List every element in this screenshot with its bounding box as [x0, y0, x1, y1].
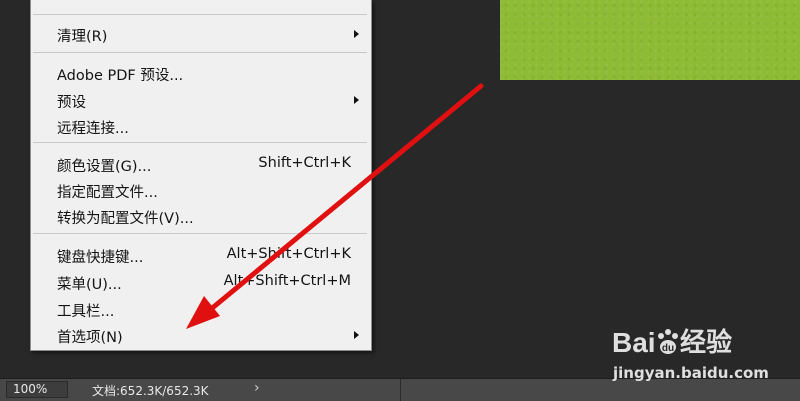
menu-item-label: 指定配置文件... [57, 185, 158, 201]
menu-separator [33, 233, 367, 234]
submenu-arrow-icon [354, 331, 359, 339]
menu-item-label: 远程连接... [57, 121, 129, 137]
menu-item-keyboard-shortcuts[interactable]: 键盘快捷键... Alt+Shift+Ctrl+K [31, 242, 371, 268]
menu-item-menus[interactable]: 菜单(U)... Alt+Shift+Ctrl+M [31, 269, 371, 295]
status-divider [400, 379, 401, 401]
menu-item-presets[interactable]: 预设 [31, 87, 371, 113]
svg-text:经验: 经验 [680, 327, 732, 358]
edit-menu-dropdown: 清理(R) Adobe PDF 预设... 预设 远程连接... 颜色设置(G)… [30, 0, 372, 351]
menu-item-shortcut: Shift+Ctrl+K [258, 155, 351, 171]
document-size-info: 文档:652.3K/652.3K [92, 384, 209, 398]
menu-item-color-settings[interactable]: 颜色设置(G)... Shift+Ctrl+K [31, 151, 371, 177]
menu-item-label: 转换为配置文件(V)... [57, 211, 194, 227]
menu-item-convert-to-profile[interactable]: 转换为配置文件(V)... [31, 203, 371, 229]
zoom-level-field[interactable]: 100% [6, 381, 68, 398]
status-menu-arrow-icon[interactable]: › [254, 380, 260, 396]
menu-item-purge[interactable]: 清理(R) [31, 21, 371, 47]
menu-item-label: 首选项(N) [57, 330, 123, 346]
svg-text:du: du [662, 343, 674, 354]
menu-separator [33, 14, 367, 15]
menu-item-assign-profile[interactable]: 指定配置文件... [31, 177, 371, 203]
menu-item-preferences[interactable]: 首选项(N) [31, 322, 371, 348]
baidu-jingyan-logo: Bai du 经验 [612, 327, 732, 358]
menu-separator [33, 142, 367, 143]
menu-item-toolbar[interactable]: 工具栏... [31, 296, 371, 322]
menu-item-label: 菜单(U)... [57, 277, 122, 293]
submenu-arrow-icon [354, 30, 359, 38]
svg-text:Bai: Bai [612, 327, 656, 358]
menu-item-shortcut: Alt+Shift+Ctrl+K [226, 246, 351, 262]
menu-item-remote-connections[interactable]: 远程连接... [31, 113, 371, 139]
watermark-url: jingyan.baidu.com [613, 364, 769, 382]
menu-separator [33, 52, 367, 53]
submenu-arrow-icon [354, 96, 359, 104]
menu-item-label: 工具栏... [57, 304, 115, 320]
menu-item-adobe-pdf-presets[interactable]: Adobe PDF 预设... [31, 60, 371, 86]
document-canvas[interactable] [500, 0, 800, 80]
menu-item-label: 预设 [57, 95, 86, 111]
menu-item-label: Adobe PDF 预设... [57, 68, 184, 84]
menu-item-label: 颜色设置(G)... [57, 159, 152, 175]
menu-item-label: 键盘快捷键... [57, 250, 144, 266]
menu-item-label: 清理(R) [57, 29, 108, 45]
menu-item-shortcut: Alt+Shift+Ctrl+M [223, 273, 351, 289]
